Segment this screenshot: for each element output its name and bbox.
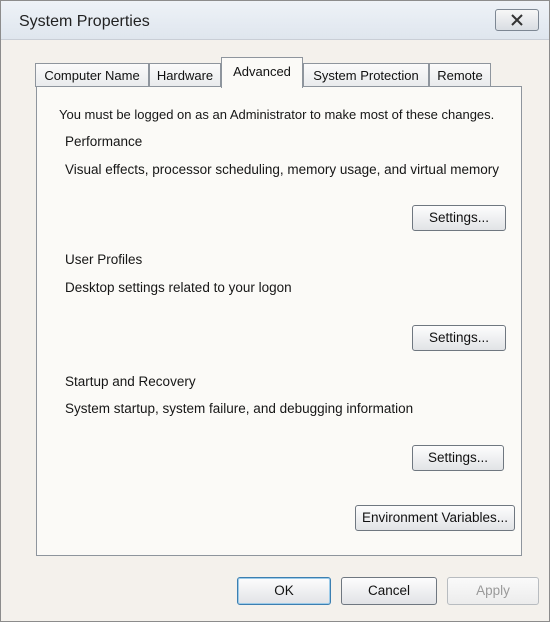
performance-settings-button[interactable]: Settings... xyxy=(412,205,506,231)
system-properties-window: System Properties Computer Name Hardware… xyxy=(0,0,550,622)
startup-recovery-settings-button[interactable]: Settings... xyxy=(412,445,504,471)
advanced-panel: You must be logged on as an Administrato… xyxy=(36,86,522,556)
user-profiles-description: Desktop settings related to your logon xyxy=(65,280,292,295)
title-bar: System Properties xyxy=(1,1,549,40)
performance-description: Visual effects, processor scheduling, me… xyxy=(65,162,499,177)
ok-button[interactable]: OK xyxy=(237,577,331,605)
close-button[interactable] xyxy=(495,9,539,31)
window-title: System Properties xyxy=(19,13,150,30)
cancel-button[interactable]: Cancel xyxy=(341,577,437,605)
environment-variables-button[interactable]: Environment Variables... xyxy=(355,505,515,531)
startup-recovery-heading: Startup and Recovery xyxy=(65,374,196,389)
tab-remote[interactable]: Remote xyxy=(429,63,491,87)
apply-button[interactable]: Apply xyxy=(447,577,539,605)
tab-advanced[interactable]: Advanced xyxy=(221,57,303,88)
tab-hardware[interactable]: Hardware xyxy=(149,63,221,87)
close-icon xyxy=(511,14,523,26)
admin-note: You must be logged on as an Administrato… xyxy=(59,107,495,122)
performance-heading: Performance xyxy=(65,134,143,149)
user-profiles-settings-button[interactable]: Settings... xyxy=(412,325,506,351)
tab-system-protection[interactable]: System Protection xyxy=(303,63,429,87)
user-profiles-heading: User Profiles xyxy=(65,252,143,267)
startup-recovery-description: System startup, system failure, and debu… xyxy=(65,401,414,416)
tab-computer-name[interactable]: Computer Name xyxy=(35,63,149,87)
